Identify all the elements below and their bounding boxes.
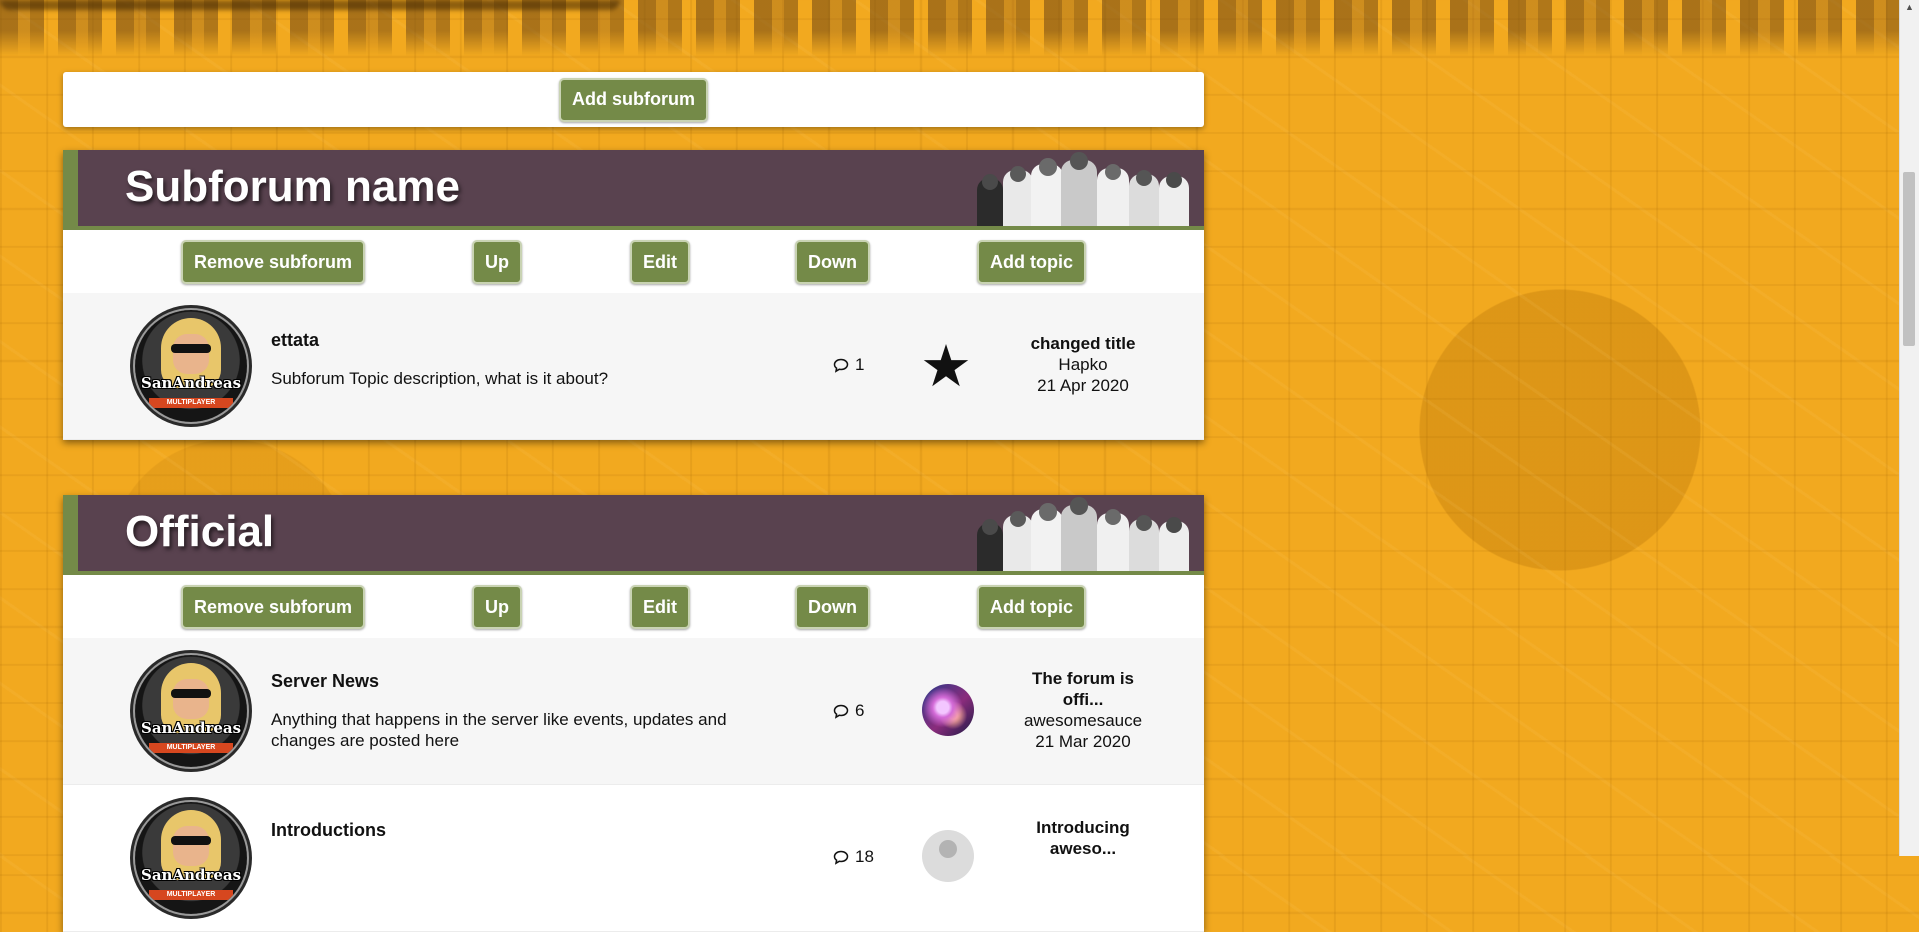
move-down-button[interactable]: Down [795,240,870,284]
last-post-user[interactable]: awesomesauce [1013,710,1153,731]
move-up-button[interactable]: Up [472,240,522,284]
top-nav-shadow [0,0,620,10]
chevron-up-icon[interactable]: ▲ [1905,2,1914,12]
last-post-title-link[interactable]: The forum is offi... [1013,668,1153,710]
add-subforum-bar: Add subforum [63,72,1204,127]
move-up-button[interactable]: Up [472,585,522,629]
reply-count-value: 6 [855,701,865,720]
user-avatar[interactable] [922,684,974,736]
topic-title-link[interactable]: Introductions [271,820,386,841]
reply-count: 1 [833,355,864,375]
move-down-button[interactable]: Down [795,585,870,629]
logo-tag: MULTIPLAYER [149,398,233,408]
scrollbar-thumb[interactable] [1903,172,1915,346]
samp-logo-icon: SanAndreas MULTIPLAYER [135,655,247,767]
section-title: Subforum name [125,162,460,211]
last-post-date: 21 Apr 2020 [1037,376,1129,395]
topic-title-link[interactable]: ettata [271,330,319,351]
add-subforum-button[interactable]: Add subforum [559,77,708,122]
topic-title-link[interactable]: Server News [271,671,379,692]
gang-members-banner-image [959,495,1204,571]
last-post-info: changed title Hapko 21 Apr 2020 [1013,333,1153,396]
reply-count: 6 [833,701,864,721]
logo-text: SanAndreas [141,719,242,737]
edit-subforum-button[interactable]: Edit [630,585,690,629]
star-icon: ★ [920,334,972,399]
default-avatar-icon[interactable] [922,830,974,882]
add-topic-button[interactable]: Add topic [977,240,1086,284]
subforum-toolbar: Remove subforum Up Edit Down Add topic [63,575,1204,638]
last-post-date: 21 Mar 2020 [1035,732,1131,751]
last-post-info: Introducing aweso... [1013,817,1153,859]
edit-subforum-button[interactable]: Edit [630,240,690,284]
remove-subforum-button[interactable]: Remove subforum [181,585,366,629]
reply-count: 18 [833,847,874,867]
page-scrollbar[interactable]: ▲ [1899,0,1919,856]
add-topic-button[interactable]: Add topic [977,585,1086,629]
subforum-toolbar: Remove subforum Up Edit Down Add topic [63,230,1204,293]
topic-row[interactable]: SanAndreas MULTIPLAYER Introductions 18 … [63,785,1204,932]
section-header: Official [63,495,1204,575]
section-header: Subforum name [63,150,1204,230]
last-post-title-link[interactable]: Introducing aweso... [1013,817,1153,859]
remove-subforum-button[interactable]: Remove subforum [181,240,366,284]
subforum-section: Official Remove subforum Up Edit Down Ad… [63,495,1204,932]
subforum-section: Subforum name Remove subforum Up Edit Do… [63,150,1204,440]
topic-row[interactable]: SanAndreas MULTIPLAYER Server News Anyth… [63,638,1204,785]
logo-text: SanAndreas [141,866,242,884]
logo-tag: MULTIPLAYER [149,890,233,900]
topic-description: Subforum Topic description, what is it a… [271,369,609,388]
last-post-info: The forum is offi... awesomesauce 21 Mar… [1013,668,1153,752]
reply-count-value: 18 [855,847,874,866]
topic-description: Anything that happens in the server like… [271,710,727,750]
reply-count-value: 1 [855,355,865,374]
speech-bubble-icon [833,704,849,719]
speech-bubble-icon [833,850,849,865]
last-post-user[interactable]: Hapko [1013,354,1153,375]
speech-bubble-icon [833,358,849,373]
samp-logo-icon: SanAndreas MULTIPLAYER [135,310,247,422]
logo-text: SanAndreas [141,374,242,392]
section-title: Official [125,507,275,556]
gang-members-banner-image [959,150,1204,226]
samp-logo-icon: SanAndreas MULTIPLAYER [135,802,247,914]
topic-row[interactable]: SanAndreas MULTIPLAYER ettata Subforum T… [63,293,1204,440]
last-post-title-link[interactable]: changed title [1013,333,1153,354]
logo-tag: MULTIPLAYER [149,743,233,753]
